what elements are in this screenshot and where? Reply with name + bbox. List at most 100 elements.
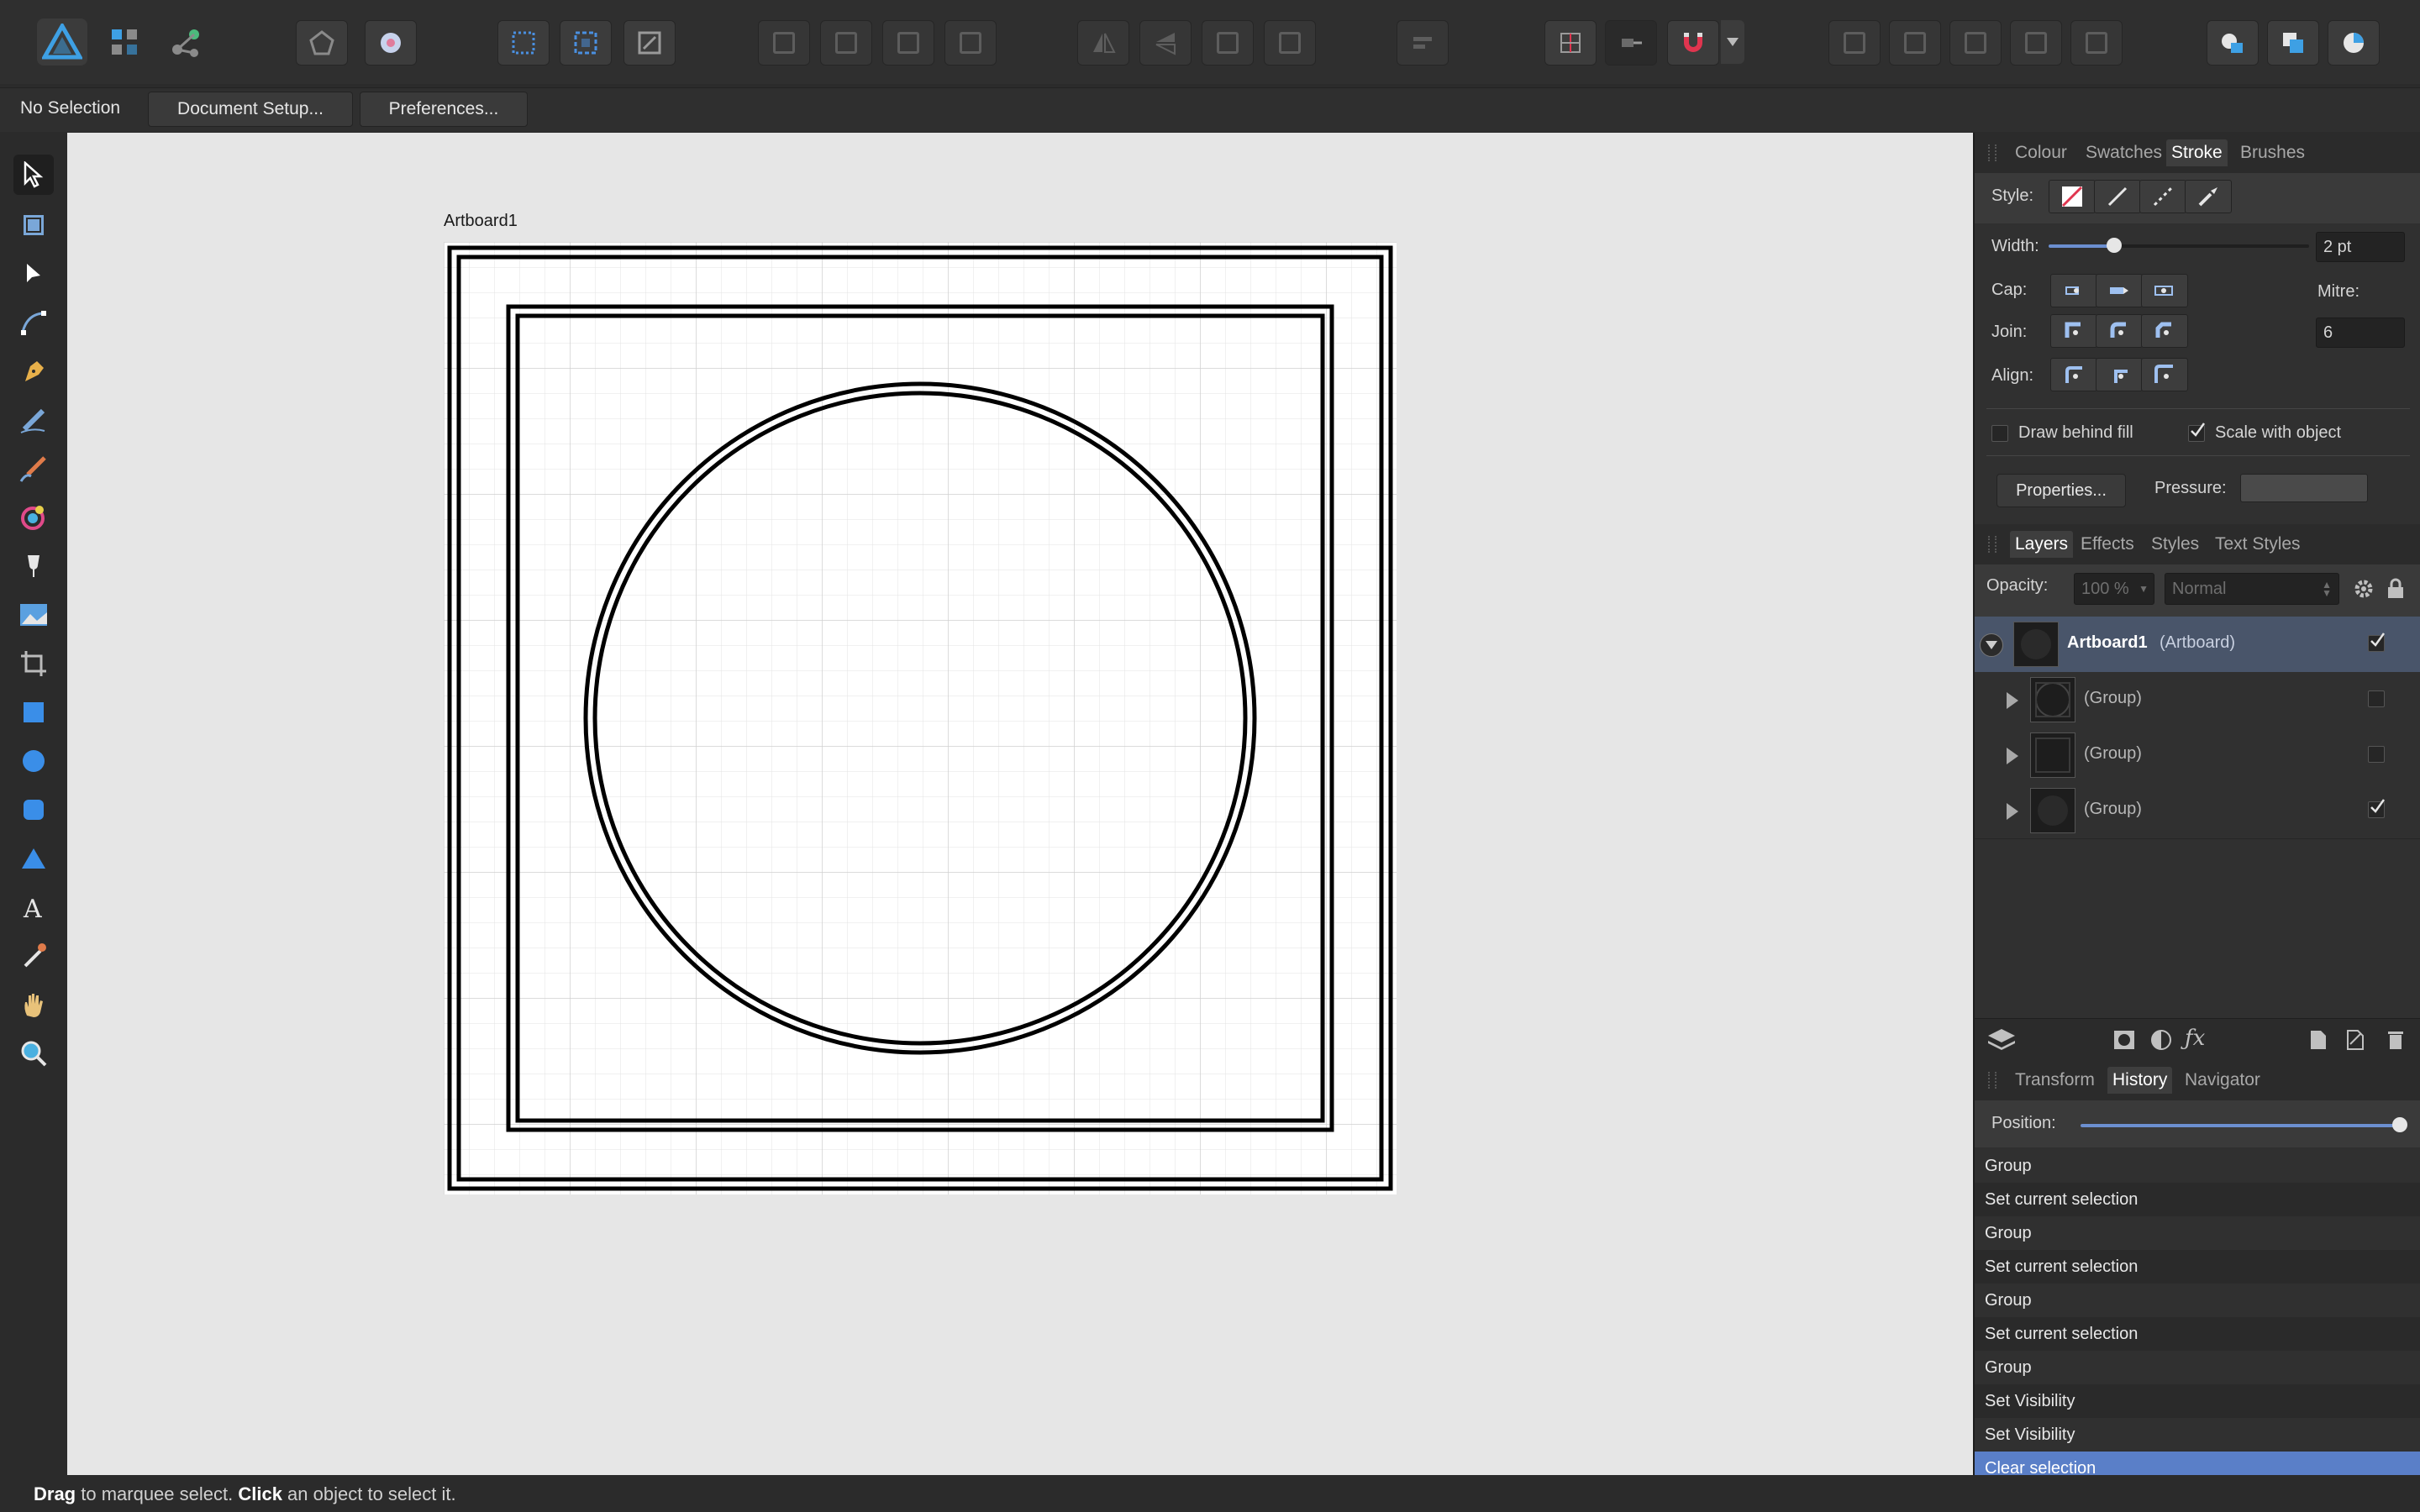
app-logo-icon[interactable] (37, 18, 87, 66)
place-image-tool-icon[interactable] (13, 595, 54, 635)
draw-behind-fill-checkbox[interactable] (1991, 425, 2008, 442)
history-entry[interactable]: Group (1975, 1351, 2420, 1384)
layer-visibility-checkbox[interactable] (2368, 746, 2385, 763)
transparency-tool-icon[interactable] (13, 546, 54, 586)
history-entry[interactable]: Clear selection (1975, 1452, 2420, 1475)
pressure-curve-button[interactable] (2240, 474, 2368, 502)
layer-row-group-3[interactable]: (Group) (1975, 783, 2420, 839)
arrange-front-icon[interactable] (944, 20, 997, 66)
point-transform-tool-icon[interactable] (13, 302, 54, 343)
snapping-dropdown-icon[interactable] (1721, 20, 1744, 64)
tab-transform[interactable]: Transform (2010, 1067, 2100, 1094)
style-solid-line-icon[interactable] (2094, 180, 2141, 213)
width-field[interactable]: 2 pt (2316, 232, 2405, 262)
tab-history[interactable]: History (2107, 1067, 2173, 1094)
adjustment-icon[interactable] (2149, 1029, 2173, 1051)
history-entry[interactable]: Set Visibility (1975, 1418, 2420, 1452)
boolean-xor-icon[interactable] (2010, 20, 2062, 66)
style-none-icon[interactable] (2049, 180, 2096, 213)
boolean-subtract-icon[interactable] (1889, 20, 1941, 66)
pencil-tool-icon[interactable] (13, 400, 54, 440)
assistant-manager-icon[interactable] (296, 20, 348, 66)
layer-visibility-checkbox[interactable] (2368, 690, 2385, 707)
tab-stroke[interactable]: Stroke (2166, 139, 2228, 166)
node-tool-icon[interactable] (13, 254, 54, 294)
arrange-backward-icon[interactable] (820, 20, 872, 66)
artboard[interactable] (444, 242, 1397, 1194)
gear-icon[interactable] (2353, 578, 2375, 600)
artboard-tool-icon[interactable] (13, 205, 54, 245)
expand-arrow-icon[interactable] (2007, 803, 2018, 820)
align-center-icon[interactable] (2050, 358, 2097, 391)
history-entry[interactable]: Set current selection (1975, 1317, 2420, 1351)
select-all-icon[interactable] (497, 20, 550, 66)
boolean-intersect-icon[interactable] (1949, 20, 2002, 66)
insert-behind-icon[interactable] (2267, 20, 2319, 66)
snapping-magnet-icon[interactable] (1667, 20, 1719, 66)
tab-layers[interactable]: Layers (2010, 531, 2074, 558)
join-bevel-icon[interactable] (2141, 314, 2188, 348)
crop-tool-icon[interactable] (13, 643, 54, 684)
flip-horizontal-icon[interactable] (1077, 20, 1129, 66)
fill-tool-icon[interactable] (13, 497, 54, 538)
mitre-field[interactable]: 6 (2316, 318, 2405, 348)
history-entry[interactable]: Set current selection (1975, 1250, 2420, 1284)
move-tool-icon[interactable] (13, 155, 54, 195)
insert-top-icon[interactable] (2328, 20, 2380, 66)
layer-row-group-1[interactable]: (Group) (1975, 672, 2420, 728)
mask-icon[interactable] (2112, 1029, 2136, 1051)
vector-brush-tool-icon[interactable] (13, 449, 54, 489)
expand-arrow-icon[interactable] (2007, 748, 2018, 764)
layers-stack-icon[interactable] (1986, 1026, 2017, 1054)
pen-tool-icon[interactable] (13, 351, 54, 391)
tab-effects[interactable]: Effects (2075, 531, 2139, 558)
insert-inside-icon[interactable] (2207, 20, 2259, 66)
tab-text-styles[interactable]: Text Styles (2210, 531, 2306, 558)
collapse-arrow-icon[interactable] (1980, 633, 2003, 657)
trash-icon[interactable] (2386, 1029, 2407, 1051)
history-slider-handle[interactable] (2392, 1117, 2407, 1132)
new-pixel-layer-icon[interactable] (2346, 1029, 2368, 1051)
layer-row-group-2[interactable]: (Group) (1975, 727, 2420, 784)
fx-effects-icon[interactable]: ƒx (2185, 1026, 2212, 1053)
color-picker-tool-icon[interactable] (13, 936, 54, 976)
arrange-forward-icon[interactable] (882, 20, 934, 66)
rotate-left-icon[interactable] (1202, 20, 1254, 66)
join-mitre-icon[interactable] (2050, 314, 2097, 348)
layer-visibility-checkbox[interactable] (2368, 799, 2386, 818)
scale-with-object-checkbox[interactable] (2188, 423, 2206, 442)
align-icon[interactable] (1397, 20, 1449, 66)
transform-mode-icon[interactable] (623, 20, 676, 66)
history-entry[interactable]: Set Visibility (1975, 1384, 2420, 1418)
panel-grip-icon[interactable] (1988, 144, 1996, 161)
ellipse-tool-icon[interactable] (13, 741, 54, 781)
rounded-rectangle-tool-icon[interactable] (13, 790, 54, 830)
new-layer-icon[interactable] (2309, 1029, 2329, 1051)
history-entry[interactable]: Group (1975, 1216, 2420, 1250)
triangle-tool-icon[interactable] (13, 838, 54, 879)
chevron-down-icon[interactable]: ▼ (2139, 583, 2149, 595)
tab-navigator[interactable]: Navigator (2180, 1067, 2265, 1094)
style-texture-line-icon[interactable] (2185, 180, 2232, 213)
layer-visibility-checkbox[interactable] (2368, 633, 2386, 652)
artistic-text-tool-icon[interactable]: A (13, 887, 54, 927)
rotate-right-icon[interactable] (1264, 20, 1316, 66)
tab-styles[interactable]: Styles (2146, 531, 2204, 558)
artboard-label[interactable]: Artboard1 (444, 212, 518, 231)
panel-grip-icon[interactable] (1988, 1072, 1996, 1089)
preferences-button[interactable]: Preferences... (360, 92, 528, 127)
snapping-options-icon[interactable] (1605, 20, 1657, 66)
tab-colour[interactable]: Colour (2010, 139, 2072, 166)
cap-round-icon[interactable] (2096, 274, 2143, 307)
width-slider-handle[interactable] (2106, 238, 2122, 253)
lock-icon[interactable] (2386, 578, 2407, 600)
layer-row-artboard1[interactable]: Artboard1 (Artboard) (1975, 617, 2420, 673)
hand-tool-icon[interactable] (13, 984, 54, 1025)
cap-square-icon[interactable] (2141, 274, 2188, 307)
export-persona-icon[interactable] (165, 22, 207, 64)
designer-persona-icon[interactable] (104, 22, 146, 64)
history-entry[interactable]: Group (1975, 1284, 2420, 1317)
history-entry[interactable]: Group (1975, 1154, 2420, 1183)
snapping-grid-icon[interactable] (1544, 20, 1597, 66)
history-entry[interactable]: Set current selection (1975, 1183, 2420, 1216)
